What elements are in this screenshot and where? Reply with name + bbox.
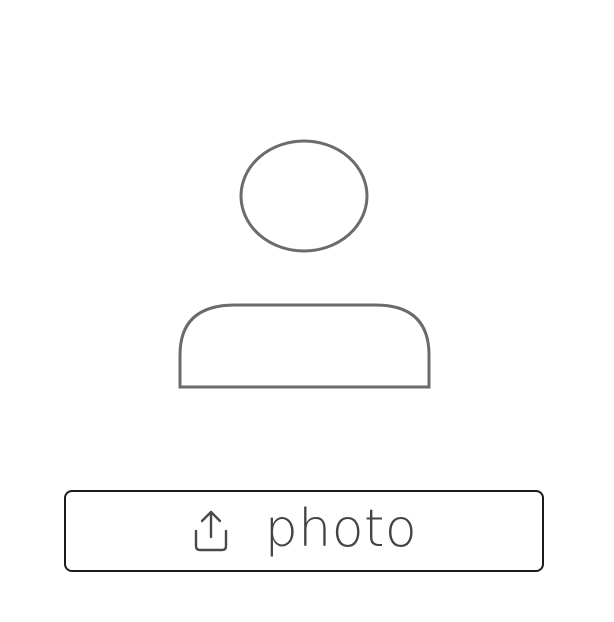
upload-button-label: photo [264,499,418,559]
upload-icon [191,509,231,553]
upload-photo-button[interactable]: photo [64,490,544,572]
profile-photo-page: photo [0,0,614,622]
user-placeholder-icon [170,130,440,400]
